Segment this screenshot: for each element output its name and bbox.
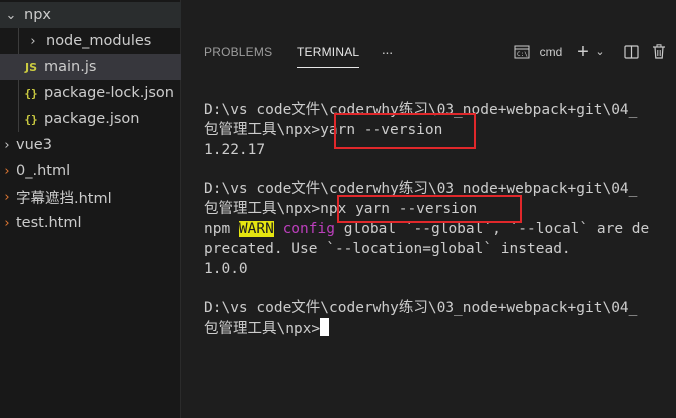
config-keyword: config [282, 221, 335, 237]
tree-item-0-html[interactable]: › 0_.html [0, 158, 181, 184]
warn-tag: WARN [238, 221, 274, 237]
tree-item-label: node_modules [46, 33, 152, 49]
terminal-line: 1.0.0 [204, 261, 248, 277]
tree-item-label: vue3 [16, 137, 52, 153]
tree-item-vue3-folder[interactable]: › vue3 [0, 132, 181, 158]
html-file-icon: › [4, 189, 10, 205]
tree-item-label: package.json [44, 111, 140, 127]
terminal-line: D:\vs code文件\coderwhy练习\03_node+webpack+… [204, 300, 638, 316]
chevron-right-icon: › [4, 137, 10, 153]
tree-item-node-modules[interactable]: › node_modules [0, 28, 181, 54]
split-terminal-icon[interactable] [620, 37, 642, 67]
tree-item-subtitle-html[interactable]: › 字幕遮挡.html [0, 184, 181, 210]
tree-item-label: npx [24, 7, 51, 23]
terminal-shell-icon[interactable]: C:\ [512, 37, 532, 67]
tree-item-label: test.html [16, 215, 82, 231]
chevron-down-icon[interactable]: ⌄ [592, 37, 608, 67]
panel-header: PROBLEMS TERMINAL ··· C:\ cmd + ⌄ [182, 37, 676, 68]
tree-item-npx-folder[interactable]: ⌄ npx [0, 2, 181, 28]
tree-item-label: package-lock.json [44, 85, 174, 101]
json-file-icon: {} [24, 86, 38, 100]
tree-item-package-json[interactable]: {} package.json [0, 106, 181, 132]
tree-item-label: main.js [44, 59, 97, 75]
tree-item-label: 0_.html [16, 163, 71, 179]
tree-item-test-html[interactable]: › test.html [0, 210, 181, 236]
terminal-line: precated. Use `--location=global` instea… [204, 241, 571, 257]
tab-terminal[interactable]: TERMINAL [297, 37, 360, 68]
terminal-prompt-line: 包管理工具\npx> [204, 318, 670, 338]
terminal-text: npm [204, 221, 239, 237]
javascript-file-icon: JS [24, 60, 37, 74]
terminal-text: global `--global`, `--local` are de [334, 221, 650, 237]
svg-text:C:\: C:\ [517, 51, 528, 58]
explorer-sidebar: ⌄ npx › node_modules JS main.js {} packa… [0, 0, 181, 418]
new-terminal-plus-icon[interactable]: + [572, 37, 594, 67]
html-file-icon: › [4, 163, 10, 179]
more-actions-icon[interactable]: ··· [376, 37, 398, 67]
highlight-box-yarn-version [334, 113, 476, 149]
bottom-panel: PROBLEMS TERMINAL ··· C:\ cmd + ⌄ D:\vs … [182, 0, 676, 418]
trash-icon[interactable] [648, 37, 670, 67]
tree-item-package-lock-json[interactable]: {} package-lock.json [0, 80, 181, 106]
chevron-right-icon: › [30, 33, 36, 49]
tree-item-main-js[interactable]: JS main.js [0, 54, 181, 80]
json-file-icon: {} [24, 112, 38, 126]
tab-problems[interactable]: PROBLEMS [204, 37, 272, 67]
terminal-prompt: 包管理工具\npx> [204, 321, 321, 337]
terminal-cursor [320, 318, 330, 336]
html-file-icon: › [4, 215, 10, 231]
chevron-down-icon: ⌄ [5, 7, 17, 23]
tree-item-label: 字幕遮挡.html [16, 190, 112, 207]
highlight-box-npx-yarn-version [337, 195, 522, 223]
terminal-name[interactable]: cmd [536, 37, 566, 67]
